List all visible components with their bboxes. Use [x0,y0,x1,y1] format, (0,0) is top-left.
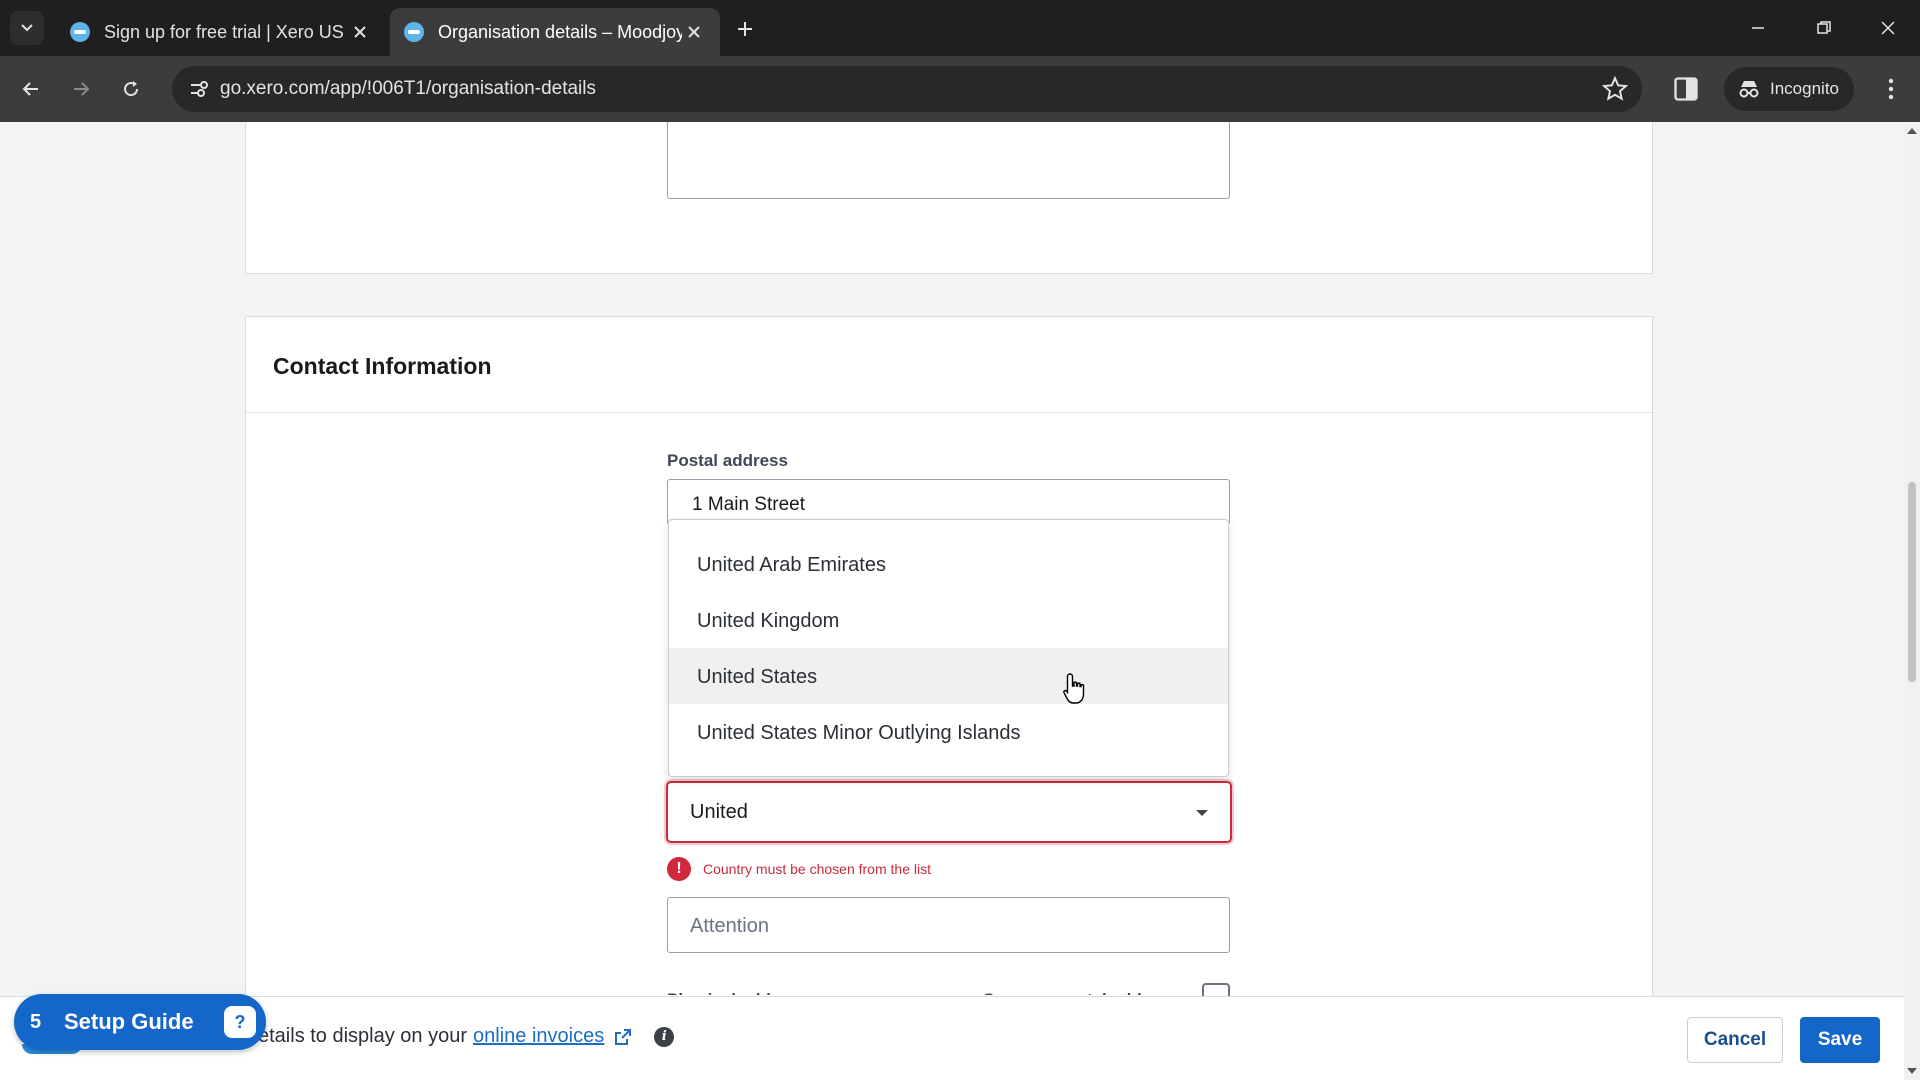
setup-guide-count: 5 [30,1010,42,1033]
browser-toolbar: go.xero.com/app/!006T1/organisation-deta… [0,56,1920,122]
error-text: Country must be chosen from the list [703,861,931,877]
online-invoices-link[interactable]: online invoices [473,1025,604,1048]
tab-title: Organisation details – Moodjoy [438,21,682,42]
site-settings-icon[interactable] [184,74,214,104]
browser-tabbar: Sign up for free trial | Xero US Organis… [0,0,1920,56]
setup-guide-button[interactable]: 5 Setup Guide ? [14,994,266,1050]
minimize-button[interactable] [1738,10,1778,46]
side-panel-icon[interactable] [1672,75,1700,103]
reload-button[interactable] [114,72,148,106]
attention-input[interactable]: Attention [667,897,1230,953]
incognito-indicator[interactable]: Incognito [1724,67,1854,111]
footer-invoice-note: etails to display on your online invoice… [258,1025,675,1048]
browser-menu-button[interactable] [1876,74,1906,104]
info-icon[interactable]: i [654,1026,675,1047]
page-viewport: Contact Information Postal address 1 Mai… [0,122,1904,1080]
same-as-postal-label: Same as postal address [983,985,1177,995]
country-error-message: ! Country must be chosen from the list [667,857,931,881]
postal-address-label: Postal address [667,451,788,470]
tab-organisation-details[interactable]: Organisation details – Moodjoy [390,8,720,56]
scroll-down-icon[interactable] [1907,1068,1917,1074]
arrow-right-icon [74,82,90,96]
forward-button[interactable] [64,72,98,106]
restore-button[interactable] [1804,10,1844,46]
country-option[interactable]: United Kingdom [669,592,1228,648]
external-link-icon[interactable] [614,1028,632,1046]
error-icon: ! [667,857,691,881]
previous-section-card [245,122,1653,274]
hand-pointer-icon [1063,673,1085,704]
plus-icon [738,22,752,36]
close-icon[interactable] [682,20,706,44]
more-vertical-icon [1888,78,1894,100]
country-combobox[interactable]: United [666,781,1232,843]
country-input-value: United [690,801,748,823]
scroll-up-icon[interactable] [1907,128,1917,134]
country-dropdown-list: United Arab Emirates United Kingdom Unit… [668,519,1229,777]
incognito-icon [1739,81,1759,98]
page-scrollbar[interactable] [1904,122,1920,1080]
save-button[interactable]: Save [1800,1017,1880,1063]
address-bar[interactable]: go.xero.com/app/!006T1/organisation-deta… [172,66,1642,112]
tab-title: Sign up for free trial | Xero US [104,21,344,42]
country-option-hovered[interactable]: United States [669,648,1228,704]
xero-favicon-icon [404,22,424,42]
close-icon[interactable] [348,20,372,44]
footer-action-bar: etails to display on your online invoice… [0,996,1904,1080]
new-tab-button[interactable] [730,14,760,44]
country-option[interactable]: United Arab Emirates [669,536,1228,592]
close-icon [1881,21,1895,35]
contact-information-card: Contact Information Postal address 1 Mai… [245,316,1653,1080]
tab-search-button[interactable] [10,11,44,45]
reload-icon [124,81,139,97]
textarea-field[interactable] [667,122,1230,199]
physical-address-label: Physical address [667,985,806,995]
scroll-thumb[interactable] [1908,482,1916,682]
cancel-button[interactable]: Cancel [1687,1017,1783,1063]
minimize-icon [1752,27,1764,29]
url-text[interactable]: go.xero.com/app/!006T1/organisation-deta… [220,78,596,100]
setup-guide-label: Setup Guide [64,1009,194,1034]
close-window-button[interactable] [1868,10,1908,46]
help-chat-icon[interactable]: ? [224,1006,256,1038]
chevron-down-icon [21,24,33,32]
tab-xero-signup[interactable]: Sign up for free trial | Xero US [56,8,386,56]
footer-text-prefix: etails to display on your [258,1025,468,1047]
incognito-label: Incognito [1770,79,1839,98]
section-title: Contact Information [246,317,1652,413]
xero-favicon-icon [70,22,90,42]
caret-down-icon[interactable] [1196,810,1208,816]
arrow-left-icon [22,82,38,96]
back-button[interactable] [14,72,48,106]
country-option[interactable]: United States Minor Outlying Islands [669,704,1228,760]
restore-icon [1817,21,1831,34]
bookmark-star-icon[interactable] [1602,76,1628,102]
